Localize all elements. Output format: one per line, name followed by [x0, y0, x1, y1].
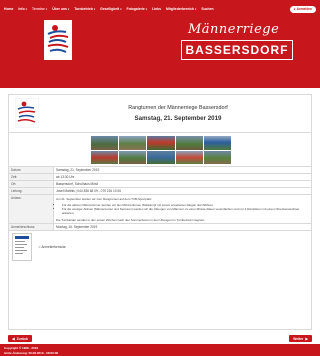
- event-card: Rangturnen der Männerriege Bassersdorf S…: [8, 94, 312, 330]
- chevron-down-icon: ▾: [120, 7, 122, 11]
- nav-item-label: Turnbetrieb: [74, 7, 93, 11]
- detail-row: Leitung: Josef Matthis | 044 836 68 09 - …: [9, 188, 311, 195]
- event-title-row: Rangturnen der Männerriege Bassersdorf S…: [9, 95, 311, 133]
- notes-outro: Die Turnkleider werden in den ersten Woc…: [56, 218, 206, 223]
- nav-item-label: Termine: [31, 7, 45, 11]
- chevron-down-icon: ▾: [67, 7, 70, 11]
- nav-item-label: Mitgliederbereich: [165, 7, 195, 11]
- chevron-right-icon: ▶: [305, 336, 308, 341]
- club-logo-small-icon: [14, 97, 40, 129]
- detail-row: Datum: Samstag, 21. September 2019: [9, 167, 311, 174]
- nav-item-label: Geselligkeit: [100, 7, 120, 11]
- nav-item-label: Links: [152, 7, 161, 11]
- club-logo-icon: [47, 25, 69, 53]
- detail-label: Leitung:: [9, 188, 54, 194]
- next-button[interactable]: Weiter ▶: [289, 335, 312, 342]
- attachment-row: ⇒ Anmeldeformular: [9, 231, 311, 263]
- gallery-photo[interactable]: [119, 136, 147, 150]
- gallery-photo[interactable]: [147, 136, 175, 150]
- nav-item[interactable]: Termine ▾: [32, 7, 47, 11]
- nav-item[interactable]: Über uns ▾: [52, 7, 69, 11]
- nav-item-label: Home: [4, 7, 14, 11]
- nav-item[interactable]: Fotogalerie ▾: [127, 7, 148, 11]
- document-icon: [15, 236, 29, 255]
- chevron-down-icon: ▾: [25, 7, 27, 11]
- back-button-label: Zurück: [16, 336, 28, 341]
- nav-item[interactable]: Mitgliederbereich ▾: [166, 7, 196, 11]
- attachment-link[interactable]: ⇒ Anmeldeformular: [38, 245, 66, 249]
- chevron-down-icon: ▾: [145, 7, 148, 11]
- nav-item[interactable]: Turnbetrieb ▾: [74, 7, 95, 11]
- chevron-down-icon: ▾: [93, 7, 96, 11]
- chevron-down-icon: ▾: [45, 7, 48, 11]
- club-logo[interactable]: [44, 20, 72, 60]
- event-date: Samstag, 21. September 2019: [134, 115, 222, 122]
- login-button-label: Anmelden: [296, 7, 312, 11]
- detail-row-signup: Anmeldeschluss: Montag, 16. September 201…: [9, 224, 311, 232]
- brand-name-box: BASSERSDORF: [181, 40, 293, 60]
- event-logo: [14, 97, 40, 129]
- attachment-thumbnail[interactable]: [12, 233, 32, 262]
- nav-item[interactable]: Info ▾: [18, 7, 27, 11]
- chevron-down-icon: ▾: [195, 7, 197, 11]
- site-footer: Copyright © 1908 - 2019 letzte Änderung:…: [0, 344, 320, 356]
- user-icon: ●: [293, 7, 296, 11]
- detail-label: Ort:: [9, 181, 54, 187]
- photo-gallery-row: [9, 133, 311, 167]
- event-details-table: Datum: Samstag, 21. September 2019 Zeit: ab…: [9, 167, 311, 263]
- nav-item-label: Fotogalerie: [126, 7, 145, 11]
- nav-item[interactable]: Links: [152, 7, 161, 11]
- detail-row: Zeit: ab 13:30 Uhr: [9, 174, 311, 181]
- last-updated-text: letzte Änderung: 20.08.2019 - 08:00:00: [4, 351, 59, 355]
- detail-label: Anmeldeschluss:: [9, 224, 54, 231]
- gallery-photo[interactable]: [175, 136, 203, 150]
- gallery-photo[interactable]: [119, 150, 147, 164]
- detail-value: Bassersdorf, Schulhaus Mösli: [56, 182, 98, 186]
- main-nav: Home Info ▾ Termine ▾ Über uns ▾ Turnbetrieb ▾ Ge…: [4, 4, 316, 14]
- nav-item-label: Info: [18, 7, 25, 11]
- next-button-label: Weiter: [293, 336, 304, 341]
- detail-label: Zeit:: [9, 174, 54, 180]
- gallery-photo[interactable]: [91, 136, 119, 150]
- detail-value: Samstag, 21. September 2019: [56, 168, 100, 172]
- nav-item[interactable]: Suchen: [201, 7, 213, 11]
- notes-intro: Am 21. September starten wir zum Rangtur…: [56, 197, 153, 201]
- nav-item-label: Über uns: [52, 7, 67, 11]
- detail-row-notes: Anlass: Am 21. September starten wir zum …: [9, 195, 311, 225]
- detail-value: ab 13:30 Uhr: [56, 175, 75, 179]
- notes-value: Am 21. September starten wir zum Rangtur…: [54, 195, 311, 223]
- detail-label: Anlass:: [9, 195, 54, 224]
- notes-list-item: Für die weniger Aktiven (Männerturner un…: [62, 207, 309, 215]
- site-header: Home Info ▾ Termine ▾ Über uns ▾ Turnbetrieb ▾ Ge…: [0, 0, 320, 88]
- event-title: Rangturnen der Männerriege Bassersdorf: [128, 105, 228, 111]
- gallery-photo[interactable]: [175, 150, 203, 164]
- brand-name-text: BASSERSDORF: [185, 43, 289, 57]
- detail-label: Datum:: [9, 167, 54, 173]
- attachment-label: Anmeldeformular: [41, 245, 66, 250]
- photo-gallery: [91, 136, 231, 164]
- notes-list: Für die aktiven Männerturner werden wir …: [62, 203, 309, 216]
- nav-item[interactable]: Home: [4, 7, 13, 11]
- back-button[interactable]: ◀ Zurück: [8, 335, 32, 342]
- gallery-photo[interactable]: [203, 150, 231, 164]
- copyright-text: Copyright © 1908 - 2019: [4, 346, 39, 350]
- nav-item[interactable]: Geselligkeit ▾: [100, 7, 121, 11]
- detail-value: Montag, 16. September 2019: [56, 225, 98, 230]
- nav-item-label: Suchen: [201, 7, 214, 11]
- notes-list-item: Für die aktiven Männerturner werden wir …: [62, 203, 309, 207]
- brand-script-text: Männerriege: [188, 22, 280, 37]
- gallery-photo[interactable]: [91, 150, 119, 164]
- gallery-photo[interactable]: [147, 150, 175, 164]
- detail-value: Josef Matthis | 044 836 68 09 - 079 216 …: [56, 189, 121, 193]
- detail-row: Ort: Bassersdorf, Schulhaus Mösli: [9, 181, 311, 188]
- gallery-photo[interactable]: [203, 136, 231, 150]
- login-button[interactable]: ● Anmelden: [289, 5, 316, 13]
- chevron-left-icon: ◀: [12, 336, 15, 341]
